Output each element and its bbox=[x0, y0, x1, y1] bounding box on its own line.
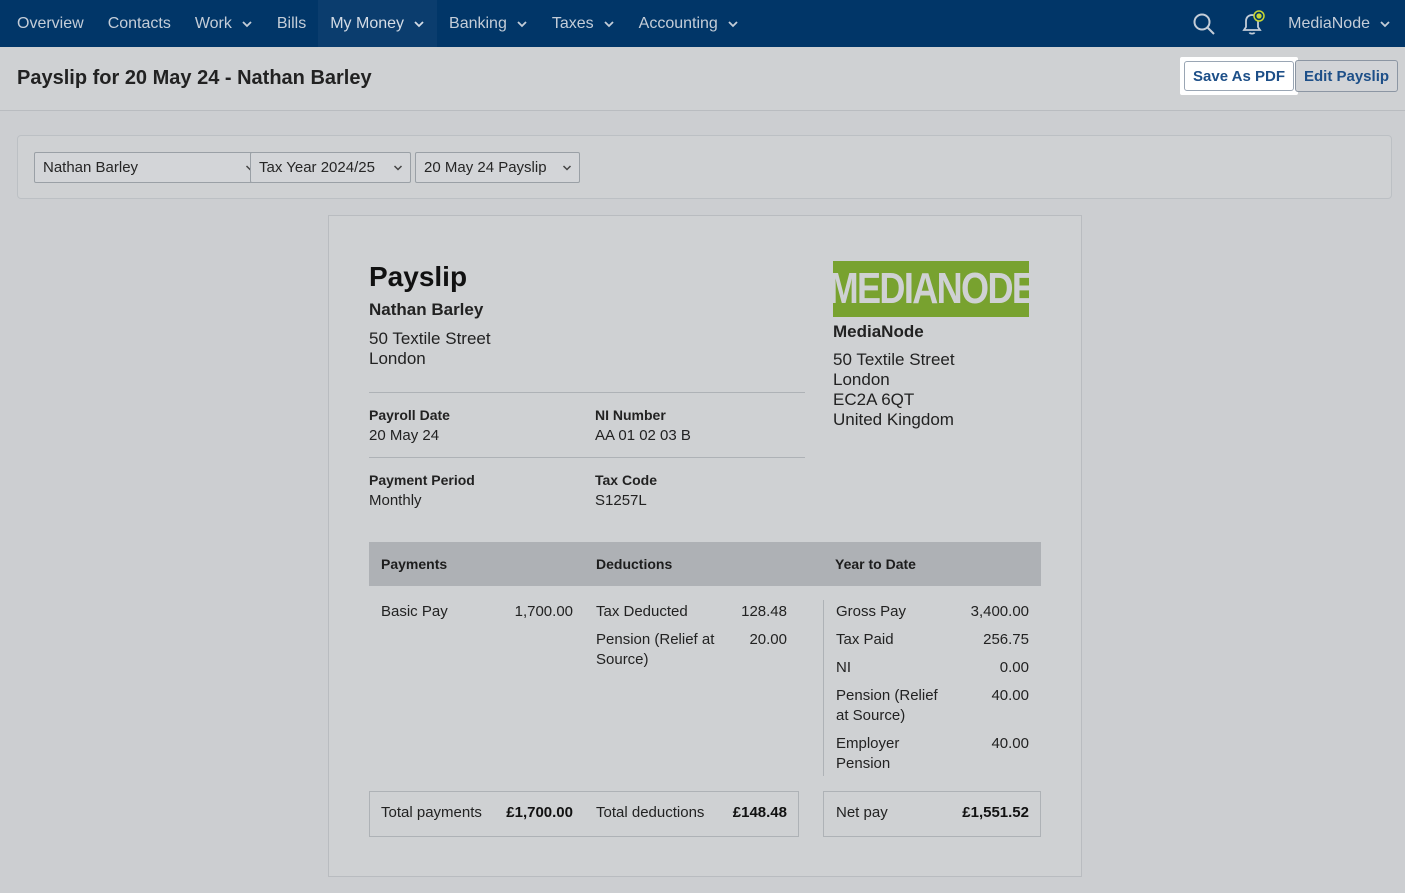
deduction-label: Pension (Relief at Source) bbox=[596, 631, 715, 668]
search-button[interactable] bbox=[1180, 0, 1228, 47]
total-payments-value: £1,700.00 bbox=[506, 804, 573, 821]
ytd-label: Pension (Relief at Source) bbox=[836, 687, 938, 724]
tax-code-label: Tax Code bbox=[595, 472, 657, 488]
payslip-table-header: Payments Deductions Year to Date bbox=[369, 542, 1041, 586]
ytd-label: Employer Pension bbox=[836, 735, 900, 772]
nav-item-overview[interactable]: Overview bbox=[0, 0, 96, 47]
nav-label: Banking bbox=[449, 14, 507, 32]
address-line: London bbox=[369, 349, 426, 368]
payments-header: Payments bbox=[381, 556, 448, 572]
deduction-label: Tax Deducted bbox=[596, 603, 688, 620]
address-line: London bbox=[833, 370, 890, 389]
chevron-down-icon bbox=[517, 20, 527, 27]
ytd-amount: 40.00 bbox=[991, 735, 1029, 752]
nav-label: Overview bbox=[17, 14, 84, 32]
nav-item-work[interactable]: Work bbox=[183, 0, 265, 47]
address-line: 50 Textile Street bbox=[833, 350, 955, 369]
nav-label: Work bbox=[194, 14, 232, 32]
ytd-amount: 256.75 bbox=[983, 631, 1029, 648]
deduction-amount: 20.00 bbox=[749, 631, 787, 648]
chevron-down-icon bbox=[242, 20, 252, 27]
total-payments-label: Total payments bbox=[381, 804, 482, 821]
save-as-pdf-button[interactable]: Save As PDF bbox=[1180, 57, 1298, 95]
ytd-label: NI bbox=[836, 659, 851, 676]
nav-item-banking[interactable]: Banking bbox=[437, 0, 540, 47]
chevron-down-icon bbox=[604, 20, 614, 27]
ytd-header: Year to Date bbox=[835, 556, 916, 572]
employee-name: Nathan Barley bbox=[369, 300, 484, 319]
address-line: EC2A 6QT bbox=[833, 390, 915, 409]
page-title: Payslip for 20 May 24 - Nathan Barley bbox=[17, 67, 372, 89]
nav-label: Contacts bbox=[107, 14, 171, 32]
ytd-amount: 40.00 bbox=[991, 687, 1029, 704]
payment-label: Basic Pay bbox=[381, 603, 448, 620]
employee-select-value: Nathan Barley bbox=[43, 159, 139, 176]
payment-period-value: Monthly bbox=[369, 492, 422, 509]
payslip-document: Payslip Nathan Barley 50 Textile Street … bbox=[328, 215, 1082, 877]
nav-label: Taxes bbox=[551, 14, 594, 32]
net-pay-value: £1,551.52 bbox=[962, 804, 1029, 821]
save-as-pdf-label: Save As PDF bbox=[1184, 61, 1294, 91]
deduction-amount: 128.48 bbox=[741, 603, 787, 620]
chevron-down-icon bbox=[728, 20, 738, 27]
nav-right-group: MediaNode bbox=[1180, 0, 1405, 47]
ytd-amount: 0.00 bbox=[999, 659, 1029, 676]
page-header: Payslip for 20 May 24 - Nathan Barley Sa… bbox=[0, 47, 1405, 111]
nav-item-accounting[interactable]: Accounting bbox=[627, 0, 751, 47]
address-line: United Kingdom bbox=[833, 410, 954, 429]
tax-year-select[interactable]: Tax Year 2024/25 bbox=[250, 152, 411, 183]
column-divider bbox=[823, 600, 824, 776]
divider bbox=[369, 457, 805, 458]
nav-item-contacts[interactable]: Contacts bbox=[96, 0, 183, 47]
logo-text: MEDIANODE bbox=[833, 264, 1029, 313]
employee-address: 50 Textile Street London bbox=[369, 329, 491, 369]
tax-year-select-value: Tax Year 2024/25 bbox=[259, 159, 375, 176]
payroll-date-label: Payroll Date bbox=[369, 407, 450, 423]
filter-panel: Nathan Barley Tax Year 2024/25 20 May 24… bbox=[17, 135, 1392, 199]
ytd-amount: 3,400.00 bbox=[970, 603, 1029, 620]
payslip-select-value: 20 May 24 Payslip bbox=[424, 159, 547, 176]
nav-label: My Money bbox=[330, 14, 405, 32]
search-icon bbox=[1193, 13, 1215, 35]
employee-select[interactable]: Nathan Barley bbox=[34, 152, 263, 183]
chevron-down-icon bbox=[1380, 20, 1390, 27]
edit-payslip-button[interactable]: Edit Payslip bbox=[1295, 60, 1399, 92]
divider bbox=[369, 392, 805, 393]
nav-label: Accounting bbox=[638, 14, 718, 32]
ni-number-value: AA 01 02 03 B bbox=[595, 427, 691, 444]
payroll-date-value: 20 May 24 bbox=[369, 427, 440, 444]
nav-label: Bills bbox=[276, 14, 307, 32]
net-pay-label: Net pay bbox=[836, 804, 888, 821]
company-address: 50 Textile Street London EC2A 6QT United… bbox=[833, 350, 955, 430]
chevron-down-icon bbox=[414, 20, 424, 27]
payslip-title: Payslip bbox=[369, 261, 468, 292]
notifications-button[interactable] bbox=[1228, 0, 1276, 47]
payment-period-label: Payment Period bbox=[369, 472, 475, 488]
tax-code-value: S1257L bbox=[595, 492, 647, 509]
nav-item-taxes[interactable]: Taxes bbox=[540, 0, 627, 47]
chevron-down-icon bbox=[393, 165, 403, 171]
total-deductions-label: Total deductions bbox=[596, 804, 705, 821]
company-name: MediaNode bbox=[833, 322, 924, 341]
payslip-select[interactable]: 20 May 24 Payslip bbox=[415, 152, 580, 183]
deductions-header: Deductions bbox=[596, 556, 673, 572]
account-menu[interactable]: MediaNode bbox=[1276, 15, 1405, 33]
nav-item-my-money[interactable]: My Money bbox=[318, 0, 438, 47]
address-line: 50 Textile Street bbox=[369, 329, 491, 348]
ytd-label: Gross Pay bbox=[836, 603, 907, 620]
chevron-down-icon bbox=[562, 165, 572, 171]
ni-number-label: NI Number bbox=[595, 407, 666, 423]
total-deductions-value: £148.48 bbox=[732, 804, 787, 821]
top-navigation: Overview Contacts Work Bills My Money Ba… bbox=[0, 0, 1405, 47]
account-name: MediaNode bbox=[1288, 14, 1370, 32]
payment-amount: 1,700.00 bbox=[514, 603, 573, 620]
company-logo: MEDIANODE bbox=[833, 261, 1029, 317]
nav-item-bills[interactable]: Bills bbox=[265, 0, 318, 47]
notification-bell-icon bbox=[1242, 9, 1265, 35]
ytd-label: Tax Paid bbox=[836, 631, 894, 648]
